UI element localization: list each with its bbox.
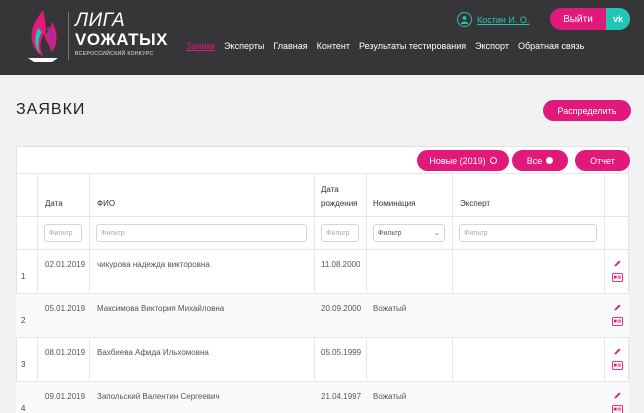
id-card-icon[interactable] [612,317,623,326]
new-filter-label: Новые (2019) [429,155,486,166]
row-number: 3 [21,360,26,369]
nomination-filter-value: Фильтр [378,229,402,237]
expert-filter-input[interactable]: Фильтр [459,224,597,242]
row-nomination: Вожатый [373,304,407,313]
nav-item-test-results[interactable]: Результаты тестирования [359,41,466,51]
user-profile-link[interactable]: Костин И. О. [457,12,529,27]
fio-filter-input[interactable]: Фильтр [96,224,307,242]
exit-button[interactable]: Выйти [550,8,606,30]
id-card-icon[interactable] [612,361,623,370]
row-number: 4 [21,404,26,413]
radio-selected-icon [546,157,554,164]
nomination-filter-select[interactable]: Фильтр ⌄ [373,224,445,242]
column-header-expert[interactable]: Эксперт [460,198,490,210]
column-header-date[interactable]: Дата [45,198,63,210]
column-header-birth-line2[interactable]: рождения [321,198,358,210]
date-filter-input[interactable]: Фильтр [44,224,82,242]
row-fio: Вахбиева Афида Ильхомовна [97,348,209,357]
nav-item-content[interactable]: Контент [317,41,350,51]
edit-pencil-icon[interactable] [612,259,623,268]
column-header-birth-line1[interactable]: Дата [321,184,339,196]
logo-flame-icon [28,10,58,62]
logo-divider [68,12,69,60]
row-birth: 21.04.1997 [321,392,362,401]
row-number: 1 [21,272,26,281]
vk-icon[interactable]: vk [606,8,630,30]
distribute-button[interactable]: Распределить [543,100,631,121]
edit-pencil-icon[interactable] [612,391,623,400]
id-card-icon[interactable] [612,405,623,413]
page-title: ЗАЯВКИ [16,101,86,118]
row-date: 08.01.2019 [45,348,86,357]
column-header-nomination[interactable]: Номинация [373,198,415,210]
header-top-border [16,173,629,174]
radio-icon [489,157,497,164]
nav-item-main[interactable]: Главная [273,41,307,51]
row-birth: 11.08.2000 [321,260,361,269]
row-date: 02.01.2019 [45,260,86,269]
row-number: 2 [21,316,26,325]
row-fio: чикурова надежда викторовна [97,260,210,269]
logo-text-line1: ЛИГА [75,10,126,31]
row-date: 05.01.2019 [45,304,86,313]
id-card-icon[interactable] [612,273,623,282]
top-header: ЛИГА VОЖАТЫХ ВСЕРОССИЙСКИЙ КОНКУРС Заявк… [0,0,644,75]
row-fio: Максимова Виктория Михайловна [97,304,225,313]
table-row[interactable]: 1 02.01.2019 чикурова надежда викторовна… [16,249,629,293]
all-filter-button[interactable]: Все [512,150,568,171]
new-filter-button[interactable]: Новые (2019) [417,150,509,171]
user-name-link[interactable]: Костин И. О. [477,15,529,25]
all-filter-label: Все [526,155,543,166]
nav-item-export[interactable]: Экспорт [475,41,509,51]
edit-pencil-icon[interactable] [612,347,623,356]
birth-filter-input[interactable]: Фильтр [321,224,359,242]
report-button[interactable]: Отчет [575,150,630,171]
user-icon [457,12,472,27]
logo-text-line3: ВСЕРОССИЙСКИЙ КОНКУРС [75,51,154,57]
logo-text-line2: VОЖАТЫХ [75,30,168,49]
row-nomination: Вожатый [373,392,407,401]
row-birth: 20.09.2000 [321,304,362,313]
nav-item-feedback[interactable]: Обратная связь [518,41,584,51]
row-date: 09.01.2019 [45,392,86,401]
row-fio: Запольский Валентин Сергеевич [97,392,220,401]
table-row[interactable]: 2 05.01.2019 Максимова Виктория Михайлов… [16,293,629,337]
header-bottom-border [16,216,629,217]
column-header-fio[interactable]: ФИО [97,198,115,210]
nav-item-zayavki[interactable]: Заявки [186,41,215,51]
edit-pencil-icon[interactable] [612,303,623,312]
table-row[interactable]: 3 08.01.2019 Вахбиева Афида Ильхомовна 0… [16,337,629,381]
main-nav: Заявки Эксперты Главная Контент Результа… [186,41,593,51]
table-row[interactable]: 4 09.01.2019 Запольский Валентин Сергеев… [16,381,629,413]
chevron-down-icon: ⌄ [434,230,440,237]
exit-button-group: Выйти vk [550,8,630,30]
row-birth: 05.05.1999 [321,348,362,357]
nav-item-experts[interactable]: Эксперты [224,41,264,51]
